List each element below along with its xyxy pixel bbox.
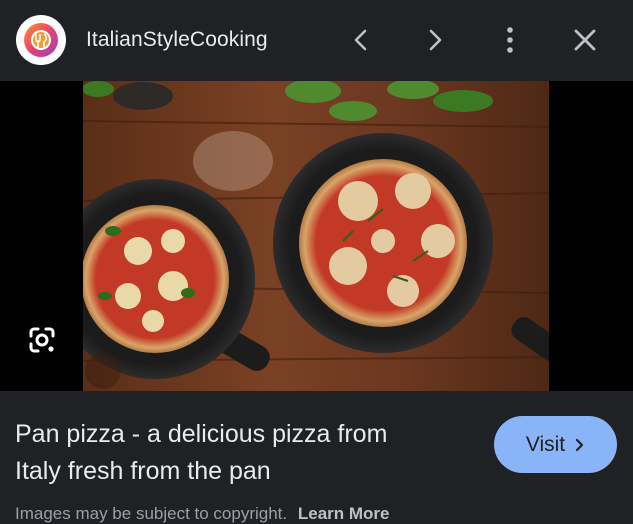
chevron-right-icon xyxy=(576,438,584,451)
image-title-line2: Italy fresh from the pan xyxy=(15,457,271,485)
image-preview xyxy=(0,81,633,391)
google-lens-icon xyxy=(29,327,55,353)
visit-button[interactable]: Visit xyxy=(494,416,617,473)
more-options-button[interactable] xyxy=(490,20,530,60)
italian-style-cooking-logo-icon xyxy=(24,23,58,57)
next-button[interactable] xyxy=(415,20,455,60)
viewer-header: ItalianStyleCooking xyxy=(0,0,633,81)
copyright-text: Images may be subject to copyright. xyxy=(15,504,288,523)
copyright-notice: Images may be subject to copyright. Lear… xyxy=(15,504,390,524)
site-name[interactable]: ItalianStyleCooking xyxy=(86,28,268,52)
close-button[interactable] xyxy=(565,20,605,60)
site-logo[interactable] xyxy=(16,15,66,65)
chevron-right-icon xyxy=(429,29,442,51)
pizza-photo[interactable] xyxy=(83,81,549,391)
more-vert-icon xyxy=(507,27,513,53)
learn-more-link[interactable]: Learn More xyxy=(298,504,390,523)
image-title: Pan pizza - a delicious pizza from Italy… xyxy=(15,416,455,490)
image-title-line1: Pan pizza - a delicious pizza from xyxy=(15,420,388,448)
google-lens-button[interactable] xyxy=(24,322,60,358)
close-icon xyxy=(574,29,596,51)
previous-button[interactable] xyxy=(341,20,381,60)
visit-label: Visit xyxy=(525,432,566,456)
chevron-left-icon xyxy=(354,29,367,51)
